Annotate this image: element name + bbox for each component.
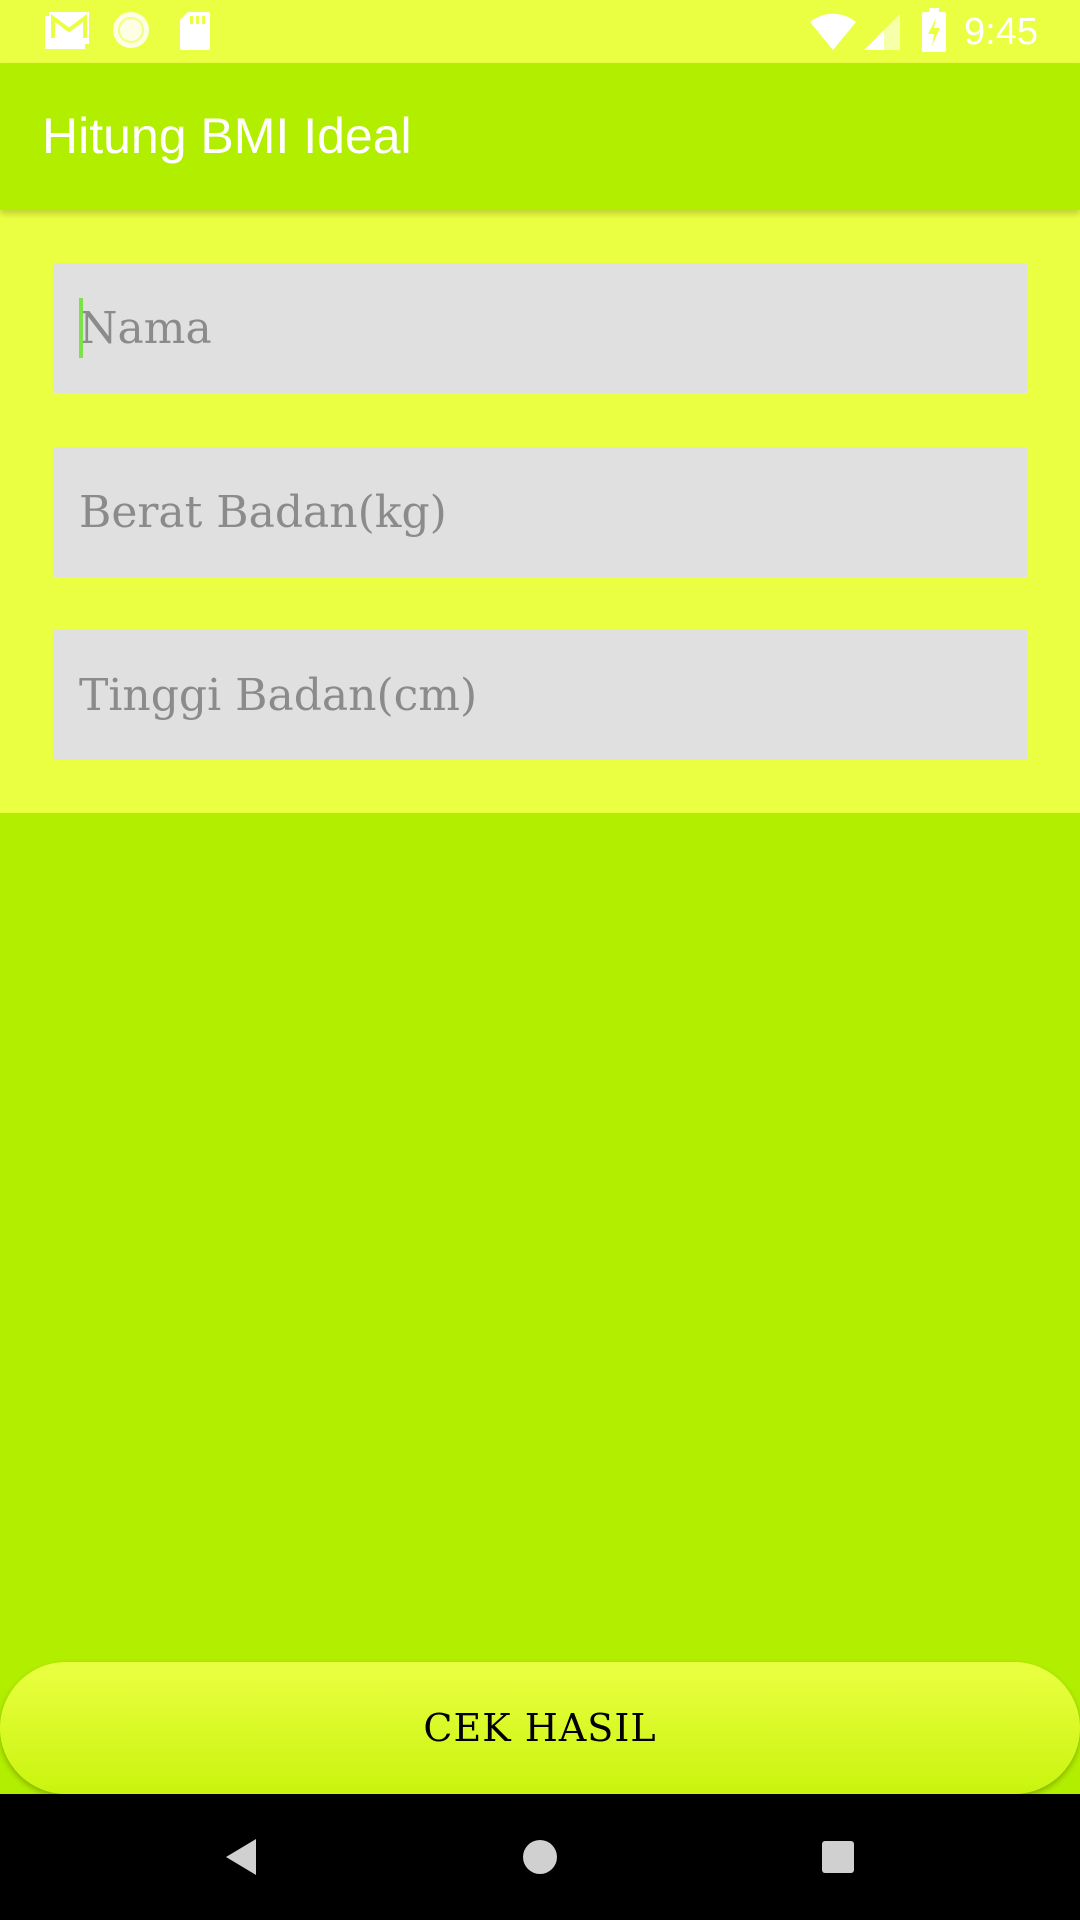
navigation-bar	[0, 1794, 1080, 1920]
app-bar: Hitung BMI Ideal	[0, 63, 1080, 210]
signal-icon	[864, 14, 900, 50]
status-bar: 9:45	[0, 0, 1080, 63]
text-cursor	[79, 298, 83, 358]
tinggi-badan-input[interactable]	[53, 630, 1027, 760]
gmail-icon	[45, 12, 89, 49]
status-time: 9:45	[964, 11, 1038, 53]
recents-icon[interactable]	[808, 1827, 868, 1887]
app-title: Hitung BMI Ideal	[42, 108, 412, 164]
battery-charging-icon	[922, 8, 946, 52]
form-panel	[0, 210, 1080, 813]
sd-card-icon	[180, 12, 210, 50]
nama-input[interactable]	[53, 263, 1027, 393]
berat-badan-input[interactable]	[53, 447, 1027, 577]
home-icon[interactable]	[510, 1827, 570, 1887]
back-icon[interactable]	[212, 1827, 272, 1887]
wifi-icon	[810, 13, 856, 50]
cek-hasil-button[interactable]: CEK HASIL	[0, 1662, 1080, 1794]
circle-icon	[113, 12, 149, 48]
